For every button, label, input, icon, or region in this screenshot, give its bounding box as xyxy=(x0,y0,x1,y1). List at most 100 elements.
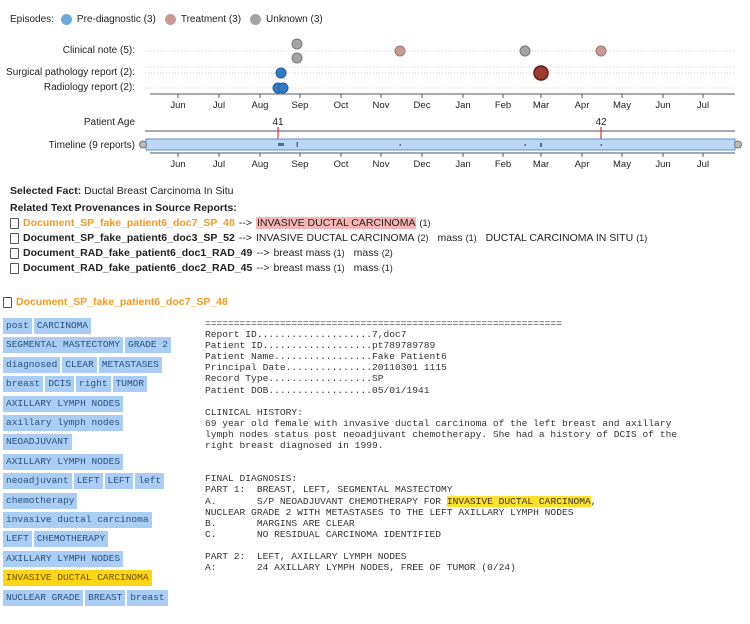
provenance-document-link[interactable]: Document_RAD_fake_patient6_doc2_RAD_45 xyxy=(23,262,252,274)
concept-tag[interactable]: neoadjuvant xyxy=(3,473,72,490)
provenance-term[interactable]: mass (2) xyxy=(354,247,393,259)
clinical-history-heading: CLINICAL HISTORY: xyxy=(205,406,303,418)
tag-row: AXILLARY LYMPH NODES xyxy=(3,453,125,470)
timeline-brush-bar[interactable] xyxy=(145,138,736,151)
concept-tag[interactable]: breast xyxy=(127,589,168,606)
part1-a-suffix: , xyxy=(590,495,597,507)
report-header-line: Patient ID...................pt789789789 xyxy=(205,340,436,352)
highlighted-term[interactable]: INVASIVE DUCTAL CARCINOMA xyxy=(446,495,591,507)
concept-tag[interactable]: TUMOR xyxy=(112,376,148,393)
event-clinical-treatment-2[interactable] xyxy=(595,45,607,57)
document-icon xyxy=(3,296,12,308)
concept-tag[interactable]: chemotherapy xyxy=(3,492,78,509)
overview-mark xyxy=(600,144,602,146)
event-surgical-selected[interactable] xyxy=(533,65,549,81)
tag-row: breast DCIS right TUMOR xyxy=(3,376,149,393)
concept-tag[interactable]: CARCINOMA xyxy=(33,318,92,334)
concept-tag[interactable]: GRADE 2 xyxy=(125,337,171,354)
provenance-term[interactable]: mass (1) xyxy=(437,232,476,244)
month-tick-label: Jul xyxy=(213,159,225,170)
report-header-line: Patient Name.................Fake Patien… xyxy=(205,351,447,363)
provenance-document-link[interactable]: Document_SP_fake_patient6_doc3_SP_52 xyxy=(23,232,235,244)
concept-tag[interactable]: LEFT xyxy=(73,473,103,490)
tag-row: neoadjuvant LEFT LEFT left xyxy=(3,473,166,490)
concept-tag[interactable]: AXILLARY LYMPH NODES xyxy=(3,550,124,567)
concept-tag[interactable]: post xyxy=(3,318,32,334)
row-guides xyxy=(145,50,735,89)
month-tick-label: Oct xyxy=(334,100,349,111)
concept-tag[interactable]: AXILLARY LYMPH NODES xyxy=(3,453,124,470)
month-tick-label: May xyxy=(613,100,631,111)
month-tick-label: Jun xyxy=(170,159,185,170)
concept-tag[interactable]: NUCLEAR GRADE xyxy=(3,589,84,606)
document-icon xyxy=(10,247,19,259)
month-tick-label: Apr xyxy=(575,159,590,170)
concept-tag[interactable]: invasive ductal carcinoma xyxy=(3,512,152,528)
overview-mark xyxy=(540,143,542,147)
final-diagnosis-heading: FINAL DIAGNOSIS: xyxy=(205,473,298,485)
month-tick-label: Jun xyxy=(655,159,670,170)
month-tick-label: Jul xyxy=(697,100,709,111)
provenance-document-link[interactable]: Document_RAD_fake_patient6_doc1_RAD_49 xyxy=(23,247,252,259)
event-clinical-unknown-2[interactable] xyxy=(291,52,303,64)
concept-tag[interactable]: INVASIVE DUCTAL CARCINOMA xyxy=(3,570,152,587)
clinical-history-line: 69 year old female with invasive ductal … xyxy=(205,417,672,429)
concept-tag[interactable]: AXILLARY LYMPH NODES xyxy=(3,395,124,412)
event-clinical-unknown-1[interactable] xyxy=(291,38,303,50)
provenance-term[interactable]: mass (1) xyxy=(354,262,393,274)
tag-row: NUCLEAR GRADE BREAST breast xyxy=(3,589,170,606)
concept-tag[interactable]: axillary lymph nodes xyxy=(3,415,124,431)
main-axis-ticks: Jun Jul Aug Sep Oct Nov Dec Jan Feb Mar Apr May Jun J… xyxy=(170,94,709,111)
month-tick-label: Nov xyxy=(373,100,390,111)
brush-left-handle[interactable] xyxy=(139,140,147,149)
concept-tag[interactable]: BREAST xyxy=(85,589,126,606)
concept-tag[interactable]: METASTASES xyxy=(98,356,162,373)
provenance-term[interactable]: breast mass (1) xyxy=(273,262,344,274)
provenance-row: Document_SP_fake_patient6_doc3_SP_52 --> I… xyxy=(10,232,647,244)
concept-tag[interactable]: CLEAR xyxy=(62,356,97,373)
event-clinical-treatment-1[interactable] xyxy=(394,45,406,57)
provenance-term[interactable]: breast mass (1) xyxy=(273,247,344,259)
event-radiology-2[interactable] xyxy=(277,82,289,94)
overview-mark xyxy=(296,142,298,147)
report-rule: ========================================… xyxy=(205,318,562,329)
concept-tag[interactable]: SEGMENTAL MASTECTOMY xyxy=(3,337,124,354)
brush-right-handle[interactable] xyxy=(734,140,742,149)
tag-row: chemotherapy xyxy=(3,492,79,509)
tag-row: invasive ductal carcinoma xyxy=(3,512,154,528)
provenance-term[interactable]: INVASIVE DUCTAL CARCINOMA (2) xyxy=(256,232,429,244)
report-header-line: Principal Date...............20110301 11… xyxy=(205,362,447,374)
event-surgical-pre-diagnostic[interactable] xyxy=(275,67,287,79)
concept-tag[interactable]: LEFT xyxy=(104,473,134,490)
month-tick-label: Feb xyxy=(495,100,511,111)
tag-row: post CARCINOMA xyxy=(3,318,93,334)
provenance-row: Document_RAD_fake_patient6_doc2_RAD_45 --… xyxy=(10,262,393,274)
age-42-label: 42 xyxy=(595,117,607,128)
document-icon xyxy=(10,217,19,229)
concept-tag[interactable]: right xyxy=(76,376,111,393)
concept-tag[interactable]: left xyxy=(135,473,165,490)
month-tick-label: May xyxy=(613,159,631,170)
month-tick-label: Jul xyxy=(697,159,709,170)
concept-tag[interactable]: breast xyxy=(3,376,44,393)
part2-a-line: A: 24 AXILLARY LYMPH NODES, FREE OF TUMO… xyxy=(205,562,516,574)
selected-fact-value: Ductal Breast Carcinoma In Situ xyxy=(84,185,234,197)
month-tick-label: Dec xyxy=(414,159,431,170)
tag-row: LEFT CHEMOTHERAPY xyxy=(3,531,110,548)
concept-tag[interactable]: diagnosed xyxy=(3,356,61,373)
part1-b-line: B. MARGINS ARE CLEAR xyxy=(205,517,355,529)
provenance-term[interactable]: DUCTAL CARCINOMA IN SITU (1) xyxy=(486,232,648,244)
concept-tag[interactable]: CHEMOTHERAPY xyxy=(33,531,109,548)
tag-row: AXILLARY LYMPH NODES xyxy=(3,550,125,567)
provenance-arrow: --> xyxy=(256,262,270,274)
current-document-header: Document_SP_fake_patient6_doc7_SP_48 xyxy=(3,296,228,308)
provenance-document-link[interactable]: Document_SP_fake_patient6_doc7_SP_48 xyxy=(23,217,235,229)
provenance-arrow: --> xyxy=(238,232,252,244)
concept-tag[interactable]: DCIS xyxy=(45,376,75,393)
provenance-term[interactable]: INVASIVE DUCTAL CARCINOMA (1) xyxy=(255,217,430,229)
concept-tag[interactable]: NEOADJUVANT xyxy=(3,434,72,451)
event-clinical-unknown-3[interactable] xyxy=(519,45,531,57)
clinical-history-line: lymph nodes status post neoadjuvant chem… xyxy=(205,428,678,440)
month-tick-label: Jul xyxy=(213,100,225,111)
concept-tag[interactable]: LEFT xyxy=(3,531,32,548)
